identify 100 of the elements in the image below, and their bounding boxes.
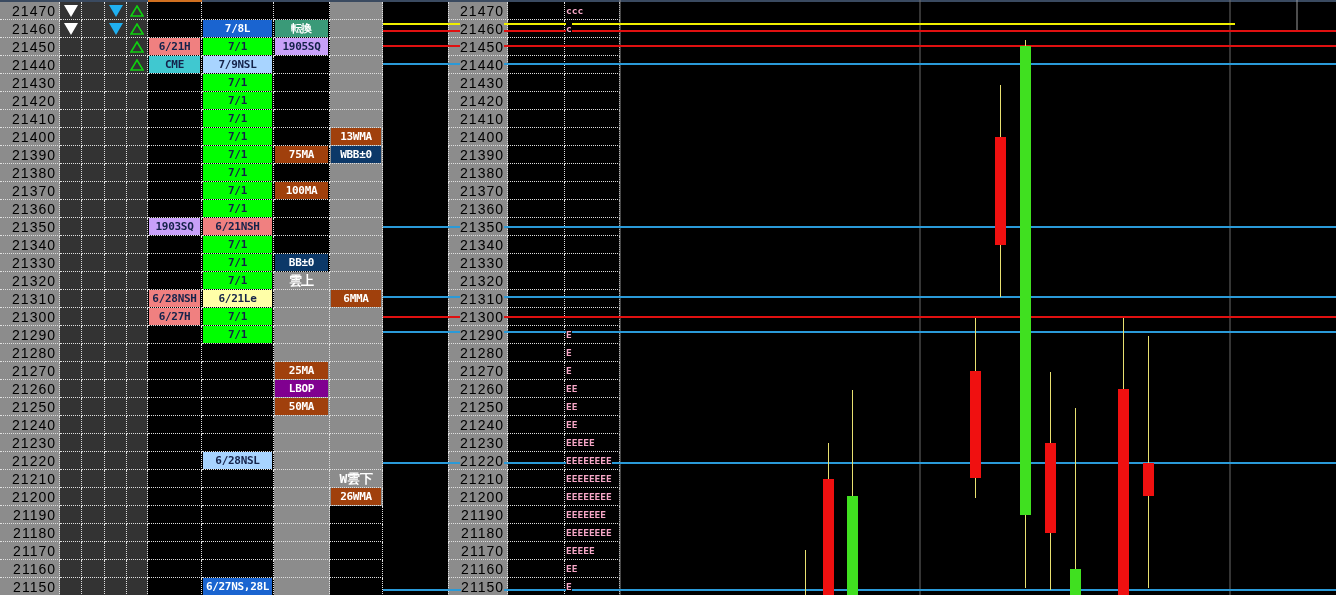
price-label: 21250 (0, 398, 60, 416)
market-profile-letters: EE (566, 383, 578, 394)
grid-cell (82, 200, 105, 218)
level-tag: W雲下 (331, 470, 381, 487)
grid-cell (82, 290, 105, 308)
grid-cell (82, 146, 105, 164)
level-tag: 6/21NSH (203, 218, 272, 235)
level-tag: 雲上 (275, 272, 328, 289)
price-label: 21310 (0, 290, 60, 308)
market-profile-letters: E (566, 365, 572, 376)
level-tag: 6/28NSL (203, 452, 272, 469)
grid-cell (82, 272, 105, 290)
grid-cell (565, 146, 620, 164)
grid-cell (82, 308, 105, 326)
grid-cell (82, 416, 105, 434)
level-tag: 100MA (275, 182, 328, 199)
price-label: 21410 (0, 110, 60, 128)
price-label: 21440 (0, 56, 60, 74)
price-label: 21470 (0, 2, 60, 20)
grid-cell (565, 182, 620, 200)
level-tag: 7/1 (203, 200, 272, 217)
grid-cell (82, 362, 105, 380)
price-label: 21310 (460, 291, 504, 306)
price-label: 21320 (460, 273, 504, 288)
grid-cell (565, 92, 620, 110)
market-profile-letters: EEEEEEE (566, 509, 607, 520)
price-label: 21430 (460, 75, 504, 90)
market-profile-letters: EEEEEEEE (566, 491, 612, 502)
price-label: 21280 (460, 345, 504, 360)
level-tag: 7/1 (203, 38, 272, 55)
grid-cell (565, 254, 620, 272)
price-label: 21260 (460, 381, 504, 396)
price-label: 21300 (460, 309, 504, 324)
level-tag: 転換 (275, 20, 328, 37)
level-tag: LBOP (275, 380, 328, 397)
grid-cell (148, 488, 202, 506)
price-label: 21380 (0, 164, 60, 182)
price-label: 21320 (0, 272, 60, 290)
level-tag: 7/1 (203, 254, 272, 271)
price-label: 21390 (0, 146, 60, 164)
grid-cell (202, 416, 274, 434)
level-tag: 7/1 (203, 236, 272, 253)
level-tag: 7/1 (203, 74, 272, 91)
price-label: 21170 (461, 543, 504, 558)
market-profile-letters: EE (566, 401, 578, 412)
up-triangle-icon (130, 4, 144, 17)
price-label: 21230 (460, 435, 504, 450)
up-triangle-icon (130, 22, 144, 35)
price-label: 21450 (460, 39, 504, 54)
grid-cell (82, 524, 105, 542)
candle-wick (805, 550, 806, 595)
price-label: 21270 (0, 362, 60, 380)
price-label: 21460 (460, 21, 504, 36)
price-label: 21220 (0, 452, 60, 470)
price-label: 21300 (0, 308, 60, 326)
price-label: 21290 (0, 326, 60, 344)
price-label: 21360 (0, 200, 60, 218)
down-triangle-icon (108, 4, 123, 17)
price-label: 21160 (461, 561, 504, 576)
price-label: 21460 (0, 20, 60, 38)
grid-cell (565, 128, 620, 146)
market-profile-letters: EEEEE (566, 545, 595, 556)
grid-cell (202, 506, 274, 524)
grid-cell (202, 542, 274, 560)
price-label: 21350 (0, 218, 60, 236)
market-profile-letters: E (566, 329, 572, 340)
down-triangle-icon (63, 22, 78, 35)
price-label: 21290 (460, 327, 504, 342)
price-label: 21450 (0, 38, 60, 56)
price-label: 21210 (460, 471, 504, 486)
grid-cell (82, 236, 105, 254)
down-triangle-icon (63, 4, 78, 17)
level-tag: 7/1 (203, 146, 272, 163)
column-header-accent (148, 0, 202, 2)
grid-cell (148, 380, 202, 398)
grid-cell (148, 344, 202, 362)
grid-cell (82, 128, 105, 146)
grid-cell (82, 218, 105, 236)
price-label: 21400 (0, 128, 60, 146)
price-label: 21180 (0, 524, 60, 542)
price-label: 21200 (460, 489, 504, 504)
level-tag: 7/8L (203, 20, 272, 37)
price-label: 21270 (460, 363, 504, 378)
grid-cell (82, 56, 105, 74)
grid-cell (82, 578, 105, 595)
grid-cell (82, 254, 105, 272)
grid-cell (148, 524, 202, 542)
level-tag: 1903SQ (149, 218, 200, 235)
level-tag: 7/1 (203, 92, 272, 109)
grid-cell (565, 74, 620, 92)
level-tag: CME (149, 56, 200, 73)
grid-cell (82, 92, 105, 110)
grid-cell (82, 506, 105, 524)
level-tag: 13WMA (331, 128, 381, 145)
market-profile-letters: EE (566, 563, 578, 574)
price-label: 21370 (0, 182, 60, 200)
price-label: 21390 (460, 147, 504, 162)
price-label: 21240 (460, 417, 504, 432)
market-profile-letters: EEEEE (566, 437, 595, 448)
level-tag: 6/21Le (203, 290, 272, 307)
